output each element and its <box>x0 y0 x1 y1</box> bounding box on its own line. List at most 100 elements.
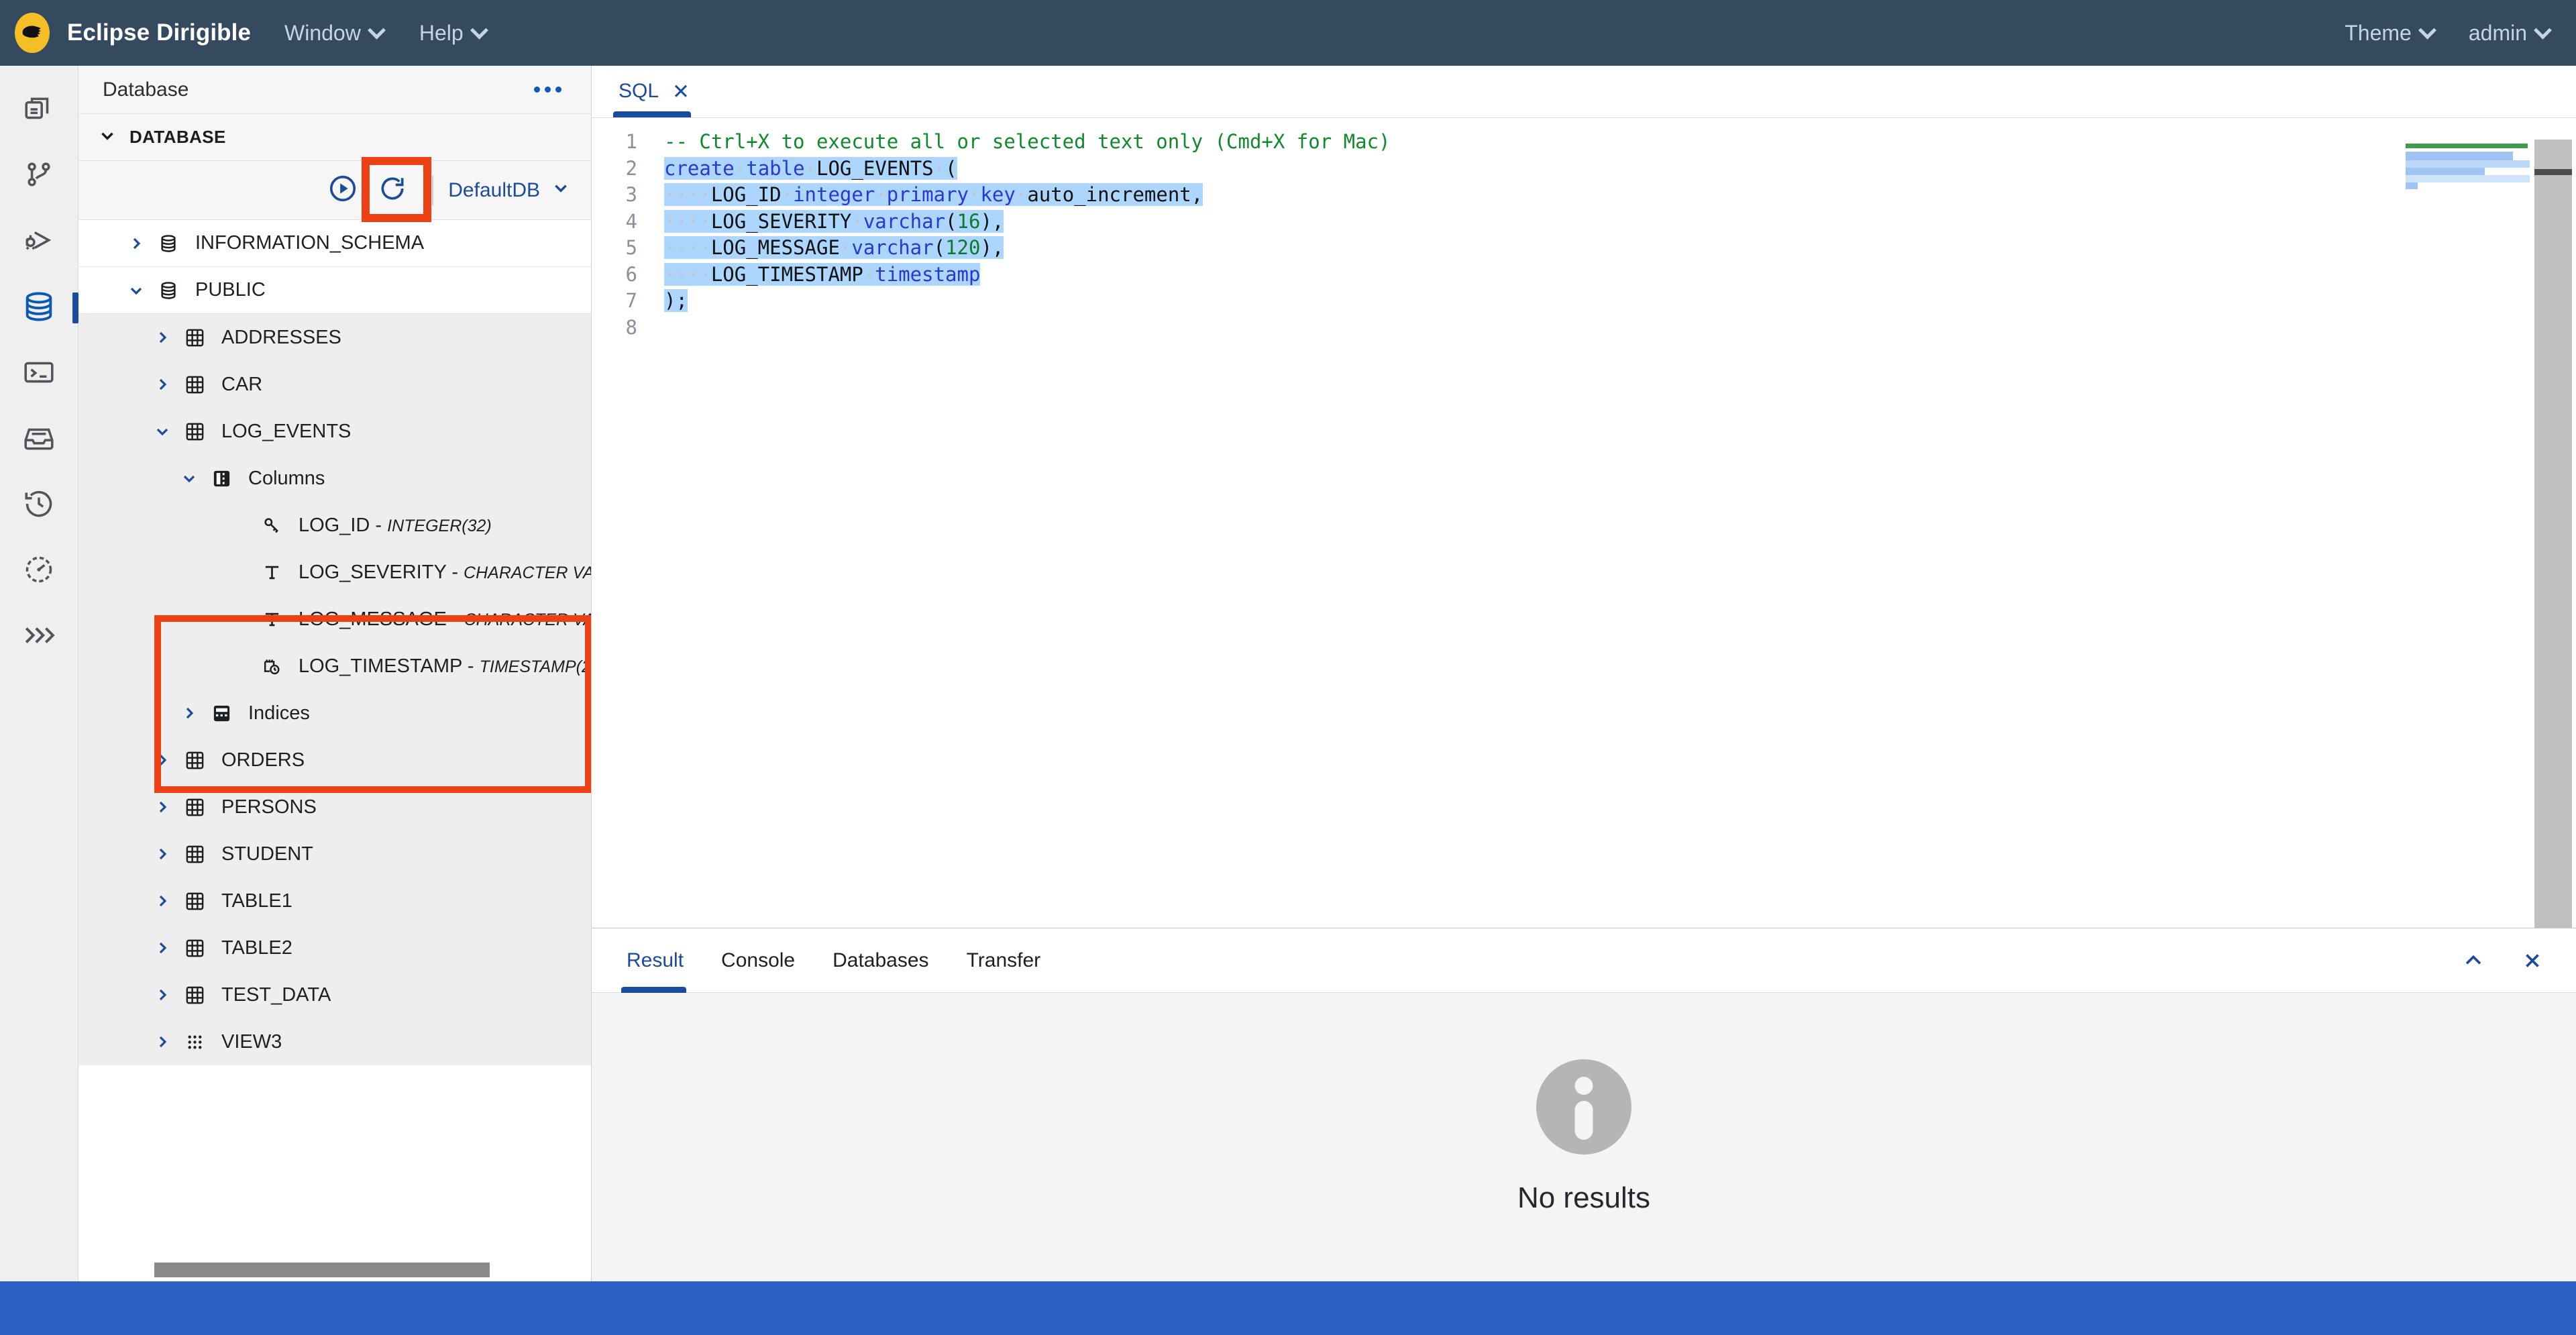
tree-node-table2[interactable]: TABLE2 <box>78 924 591 971</box>
rail-item-inbox[interactable] <box>0 407 78 472</box>
minimap-block <box>2406 168 2485 175</box>
chevron-down-icon[interactable] <box>154 423 180 439</box>
rail-item-chevrons[interactable] <box>0 604 78 670</box>
database-section-label: DATABASE <box>129 127 226 147</box>
chevron-right-icon[interactable] <box>181 705 207 721</box>
tree-node-label: LOG_SEVERITY - CHARACTER VARYIN <box>299 561 591 583</box>
sql-code-editor[interactable]: 1 -- Ctrl+X to execute all or selected t… <box>592 118 2576 928</box>
editor-minimap[interactable] <box>2400 118 2534 928</box>
chevron-right-icon[interactable] <box>128 235 154 252</box>
minimap-comment-line <box>2406 144 2528 148</box>
line-number: 8 <box>625 315 637 339</box>
editor-tabbar: SQL ✕ <box>592 66 2576 118</box>
menu-theme[interactable]: Theme <box>2345 21 2436 46</box>
calendar-clock-icon <box>257 656 286 677</box>
tree-node-column-log-timestamp[interactable]: LOG_TIMESTAMP - TIMESTAMP(26) <box>78 643 591 690</box>
top-menu-bar: Eclipse Dirigible Window Help Theme admi… <box>0 0 2576 66</box>
menu-window[interactable]: Window <box>284 20 386 46</box>
tree-node-test-data[interactable]: TEST_DATA <box>78 971 591 1018</box>
chevron-right-icon[interactable] <box>154 799 180 815</box>
chevron-right-icon[interactable] <box>154 752 180 768</box>
columns-icon <box>207 468 236 489</box>
chevron-right-icon[interactable] <box>154 329 180 345</box>
rail-item-git[interactable] <box>0 144 78 209</box>
chevron-right-icon[interactable] <box>154 376 180 392</box>
chevron-right-icon[interactable] <box>154 940 180 956</box>
code-line: 8 <box>592 315 2576 341</box>
tree-node-car[interactable]: CAR <box>78 361 591 408</box>
database-tree: INFORMATION_SCHEMA PUBLIC ADDRESSES CAR … <box>78 220 591 1281</box>
run-query-button[interactable] <box>318 166 368 215</box>
chevron-down-icon[interactable] <box>181 470 207 486</box>
tree-node-column-log-severity[interactable]: LOG_SEVERITY - CHARACTER VARYIN <box>78 549 591 596</box>
chevron-down-icon[interactable] <box>128 282 154 299</box>
line-number: 6 <box>625 262 637 286</box>
table-icon <box>180 421 209 442</box>
close-icon[interactable]: ✕ <box>672 81 690 102</box>
chevron-right-icon[interactable] <box>154 846 180 862</box>
chevron-right-icon[interactable] <box>154 893 180 909</box>
tab-transfer[interactable]: Transfer <box>948 928 1060 993</box>
tree-node-indices[interactable]: Indices <box>78 690 591 737</box>
tree-node-table1[interactable]: TABLE1 <box>78 877 591 924</box>
editor-tab-sql[interactable]: SQL ✕ <box>608 65 700 117</box>
tree-node-column-log-message[interactable]: LOG_MESSAGE - CHARACTER VARYIN <box>78 596 591 643</box>
tree-node-addresses[interactable]: ADDRESSES <box>78 314 591 361</box>
toolbar-divider <box>432 175 434 205</box>
tree-node-orders[interactable]: ORDERS <box>78 737 591 784</box>
rail-item-database[interactable] <box>0 275 78 341</box>
minimap-block <box>2406 160 2530 168</box>
menu-help[interactable]: Help <box>419 21 488 46</box>
database-section-header[interactable]: DATABASE <box>78 114 591 161</box>
tab-result[interactable]: Result <box>608 928 702 993</box>
sidebar-hscrollbar-thumb[interactable] <box>154 1263 490 1277</box>
tree-node-label: TEST_DATA <box>221 983 331 1006</box>
no-results-message: No results <box>1517 1181 1651 1214</box>
tree-node-label: LOG_EVENTS <box>221 420 352 442</box>
text-icon <box>257 562 286 583</box>
chevron-right-icon[interactable] <box>154 1034 180 1050</box>
code-line: 4 ····LOG_SEVERITY·varchar(16), <box>592 209 2576 235</box>
rail-item-gauge[interactable] <box>0 538 78 604</box>
collapse-icon[interactable] <box>2453 940 2494 981</box>
tree-node-student[interactable]: STUDENT <box>78 831 591 877</box>
tree-node-label: Columns <box>248 467 325 489</box>
close-icon[interactable] <box>2512 940 2553 981</box>
table-icon <box>180 374 209 395</box>
table-icon <box>180 797 209 818</box>
tree-node-label: CAR <box>221 373 263 395</box>
tab-console[interactable]: Console <box>702 928 814 993</box>
tree-node-column-log-id[interactable]: LOG_ID - INTEGER(32) <box>78 502 591 549</box>
database-panel-header: Database <box>78 66 591 114</box>
minimap-block <box>2406 175 2530 182</box>
workbench-body: Database DATABASE DefaultDB INFORMATION_… <box>0 66 2576 1281</box>
menu-user-admin[interactable]: admin <box>2469 21 2552 46</box>
tree-node-log-events[interactable]: LOG_EVENTS <box>78 408 591 455</box>
tab-databases[interactable]: Databases <box>814 928 947 993</box>
rail-item-terminal[interactable] <box>0 341 78 407</box>
menu-window-label: Window <box>284 20 361 45</box>
tree-node-persons[interactable]: PERSONS <box>78 784 591 831</box>
dirigible-logo-icon[interactable] <box>15 13 50 53</box>
rail-item-history[interactable] <box>0 472 78 538</box>
tree-node-columns[interactable]: Columns <box>78 455 591 502</box>
tree-node-information-schema[interactable]: INFORMATION_SCHEMA <box>78 220 591 267</box>
rail-item-debug[interactable] <box>0 209 78 275</box>
chevron-right-icon[interactable] <box>154 987 180 1003</box>
refresh-button[interactable] <box>368 166 417 215</box>
text-icon <box>257 609 286 630</box>
tree-node-view3[interactable]: VIEW3 <box>78 1018 591 1065</box>
rail-item-files[interactable] <box>0 78 78 144</box>
line-number: 5 <box>625 236 637 259</box>
tree-node-public[interactable]: PUBLIC <box>78 267 591 314</box>
main-menu: Window Help <box>284 20 488 46</box>
code-line: 6 ····LOG_TIMESTAMP·timestamp <box>592 262 2576 288</box>
chevron-down-icon <box>470 21 488 40</box>
terminal-icon <box>22 356 56 392</box>
results-panel-actions <box>2453 940 2576 981</box>
ellipsis-icon[interactable] <box>526 78 570 101</box>
application-window: Eclipse Dirigible Window Help Theme admi… <box>0 0 2576 1335</box>
play-circle-icon <box>327 173 358 207</box>
datasource-dropdown[interactable]: DefaultDB <box>448 179 574 202</box>
editor-vscrollbar-thumb[interactable] <box>2534 140 2572 928</box>
